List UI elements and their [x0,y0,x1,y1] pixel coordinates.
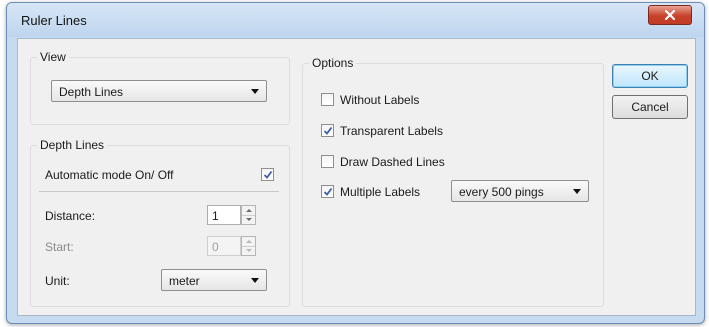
spin-down-icon [245,249,252,252]
unit-select-value: meter [169,274,200,288]
start-spinner [241,236,256,256]
without-labels-label: Without Labels [340,93,420,107]
view-select-value: Depth Lines [59,85,124,99]
start-label: Start: [45,240,74,254]
chevron-down-icon [251,278,259,283]
title-bar[interactable]: Ruler Lines [7,3,704,37]
depth-lines-group-label: Depth Lines [37,138,108,152]
options-group-label: Options [309,56,357,70]
start-spin-down [242,246,255,255]
automatic-mode-checkbox[interactable] [261,167,275,183]
distance-input[interactable]: 1 [207,205,241,225]
draw-dashed-lines-label: Draw Dashed Lines [340,155,445,169]
chevron-down-icon [251,89,259,94]
cancel-button[interactable]: Cancel [612,95,688,119]
automatic-mode-checkbox-box[interactable] [261,168,274,181]
interval-select[interactable]: every 500 pings [451,180,589,202]
checkmark-icon [323,126,333,135]
chevron-down-icon [573,189,581,194]
distance-spin-down[interactable] [242,215,255,224]
distance-value: 1 [212,209,219,223]
close-button[interactable] [648,5,692,25]
spin-up-icon [245,240,252,243]
start-value: 0 [212,240,219,254]
without-labels-option[interactable]: Without Labels [321,92,451,108]
transparent-labels-option[interactable]: Transparent Labels [321,123,471,139]
unit-select[interactable]: meter [161,269,267,291]
unit-label: Unit: [45,274,70,288]
draw-dashed-lines-option[interactable]: Draw Dashed Lines [321,154,471,170]
draw-dashed-lines-checkbox[interactable] [321,155,334,168]
multiple-labels-label: Multiple Labels [340,185,421,199]
window-title: Ruler Lines [21,13,87,28]
multiple-labels-checkbox[interactable] [321,185,334,198]
dialog-window: Ruler Lines View Depth Lines Depth Lines… [6,2,705,324]
close-icon [665,10,675,20]
distance-label: Distance: [45,209,96,223]
start-input: 0 [207,236,241,256]
view-group: View Depth Lines [30,50,290,125]
automatic-mode-label: Automatic mode On/ Off [45,168,174,182]
multiple-labels-option[interactable]: Multiple Labels [321,184,441,200]
spin-down-icon [245,218,252,221]
without-labels-checkbox[interactable] [321,93,334,106]
dialog-client-area: View Depth Lines Depth Lines Automatic m… [17,38,696,316]
checkmark-icon [263,170,273,179]
checkmark-icon [323,187,333,196]
distance-spinner[interactable] [241,205,256,225]
depth-lines-separator [39,191,279,192]
spin-up-icon [245,209,252,212]
view-group-label: View [37,50,69,64]
view-select[interactable]: Depth Lines [51,80,267,102]
ok-button[interactable]: OK [612,64,688,88]
transparent-labels-label: Transparent Labels [340,124,443,138]
options-group: Options Without Labels Transparent Label… [302,56,604,307]
transparent-labels-checkbox[interactable] [321,124,334,137]
depth-lines-group: Depth Lines Automatic mode On/ Off Dista… [30,138,290,307]
interval-select-value: every 500 pings [459,185,544,199]
